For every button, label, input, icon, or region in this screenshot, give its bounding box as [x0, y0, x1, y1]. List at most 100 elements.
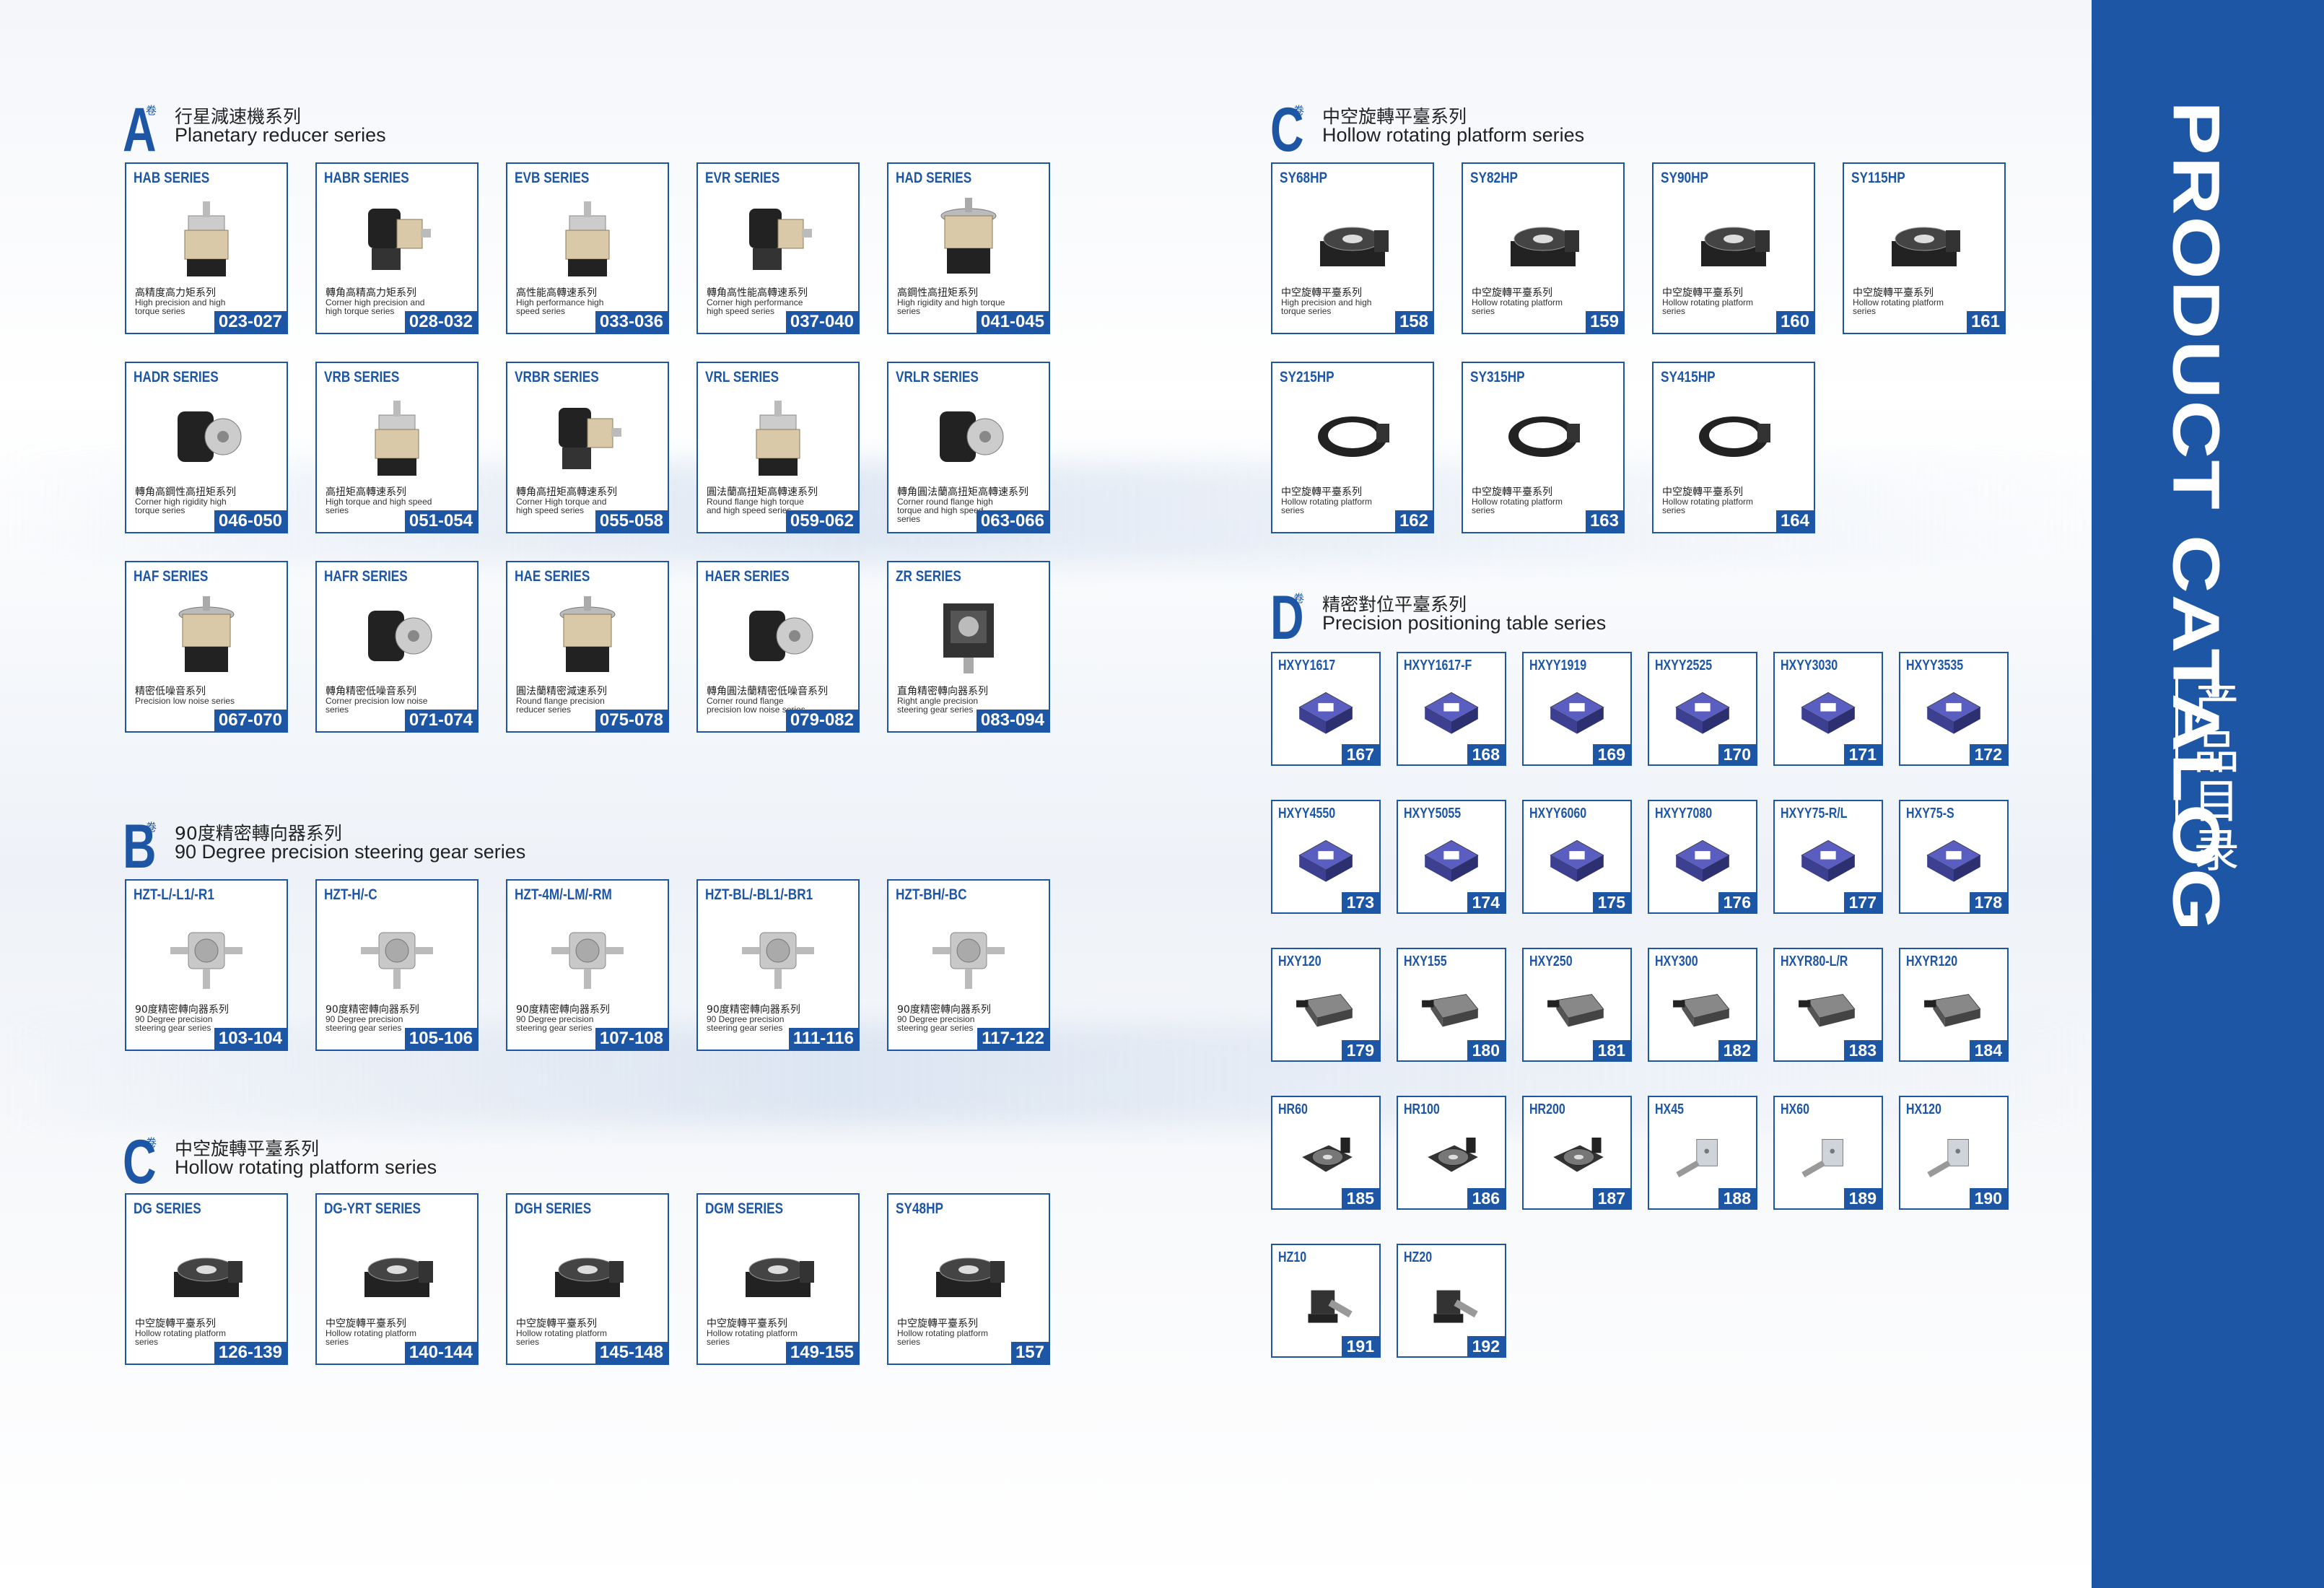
page-number-badge[interactable]: 185: [1341, 1188, 1379, 1208]
product-card[interactable]: HAB SERIES 高精度高力矩系列 High precision and hig…: [125, 162, 288, 334]
product-card[interactable]: DGH SERIES 中空旋轉平臺系列 Hollow rotating platfo…: [506, 1193, 669, 1365]
product-card[interactable]: HXY250 181: [1522, 948, 1632, 1062]
page-number-badge[interactable]: 190: [1969, 1188, 2007, 1208]
product-card[interactable]: HZT-L/-L1/-R1 90度精密轉向器系列 90 Degree precisi…: [125, 879, 288, 1051]
page-range-badge[interactable]: 028-032: [404, 311, 477, 333]
product-card[interactable]: HX120 190: [1899, 1096, 2009, 1210]
product-card[interactable]: SY68HP 中空旋轉平臺系列 High precision and high to…: [1271, 162, 1434, 334]
product-card[interactable]: HAE SERIES 圓法蘭精密減速系列 Round flange precisio…: [506, 561, 669, 733]
page-number-badge[interactable]: 171: [1843, 744, 1882, 764]
product-card[interactable]: HXY155 180: [1397, 948, 1506, 1062]
product-card[interactable]: HXYY2525 170: [1648, 652, 1757, 766]
product-card[interactable]: HZT-BL/-BL1/-BR1 90度精密轉向器系列 90 Degree prec…: [696, 879, 860, 1051]
page-range-badge[interactable]: 160: [1775, 311, 1814, 333]
page-range-badge[interactable]: 107-108: [595, 1028, 668, 1050]
product-card[interactable]: ZR SERIES 直角精密轉向器系列 Right angle precision …: [887, 561, 1050, 733]
product-card[interactable]: SY48HP 中空旋轉平臺系列 Hollow rotating platform s…: [887, 1193, 1050, 1365]
product-card[interactable]: DG SERIES 中空旋轉平臺系列 Hollow rotating platfor…: [125, 1193, 288, 1365]
product-card[interactable]: HZT-H/-C 90度精密轉向器系列 90 Degree precision st…: [315, 879, 479, 1051]
page-range-badge[interactable]: 079-082: [785, 710, 858, 731]
page-range-badge[interactable]: 164: [1775, 510, 1814, 532]
product-card[interactable]: HXYY1617-F 168: [1397, 652, 1506, 766]
page-range-badge[interactable]: 075-078: [595, 710, 668, 731]
page-range-badge[interactable]: 163: [1585, 510, 1623, 532]
product-card[interactable]: HZ20 192: [1397, 1244, 1506, 1358]
page-number-badge[interactable]: 173: [1341, 892, 1379, 912]
page-range-badge[interactable]: 051-054: [404, 510, 477, 532]
product-card[interactable]: HXY300 182: [1648, 948, 1757, 1062]
page-range-badge[interactable]: 162: [1394, 510, 1433, 532]
product-card[interactable]: SY115HP 中空旋轉平臺系列 Hollow rotating platform …: [1843, 162, 2006, 334]
page-number-badge[interactable]: 187: [1592, 1188, 1630, 1208]
product-card[interactable]: HXYY6060 175: [1522, 800, 1632, 914]
page-range-badge[interactable]: 105-106: [404, 1028, 477, 1050]
product-card[interactable]: SY90HP 中空旋轉平臺系列 Hollow rotating platform s…: [1652, 162, 1815, 334]
page-number-badge[interactable]: 184: [1969, 1040, 2007, 1060]
page-range-badge[interactable]: 157: [1010, 1342, 1049, 1364]
product-card[interactable]: HXYY7080 176: [1648, 800, 1757, 914]
page-range-badge[interactable]: 046-050: [214, 510, 287, 532]
page-range-badge[interactable]: 037-040: [785, 311, 858, 333]
page-number-badge[interactable]: 180: [1467, 1040, 1505, 1060]
product-card[interactable]: HXYY1919 169: [1522, 652, 1632, 766]
product-card[interactable]: HR100 186: [1397, 1096, 1506, 1210]
page-number-badge[interactable]: 175: [1592, 892, 1630, 912]
product-card[interactable]: SY315HP 中空旋轉平臺系列 Hollow rotating platform …: [1462, 362, 1625, 533]
product-card[interactable]: HZT-4M/-LM/-RM 90度精密轉向器系列 90 Degree precis…: [506, 879, 669, 1051]
page-range-badge[interactable]: 071-074: [404, 710, 477, 731]
product-card[interactable]: VRBR SERIES 轉角高扭矩高轉速系列 Corner High torque …: [506, 362, 669, 533]
page-range-badge[interactable]: 126-139: [214, 1342, 287, 1364]
product-card[interactable]: EVB SERIES 高性能高轉速系列 High performance high …: [506, 162, 669, 334]
page-range-badge[interactable]: 140-144: [404, 1342, 477, 1364]
product-card[interactable]: VRB SERIES 高扭矩高轉速系列 High torque and high s…: [315, 362, 479, 533]
page-number-badge[interactable]: 182: [1718, 1040, 1756, 1060]
page-number-badge[interactable]: 191: [1341, 1336, 1379, 1356]
product-card[interactable]: SY82HP 中空旋轉平臺系列 Hollow rotating platform s…: [1462, 162, 1625, 334]
page-number-badge[interactable]: 181: [1592, 1040, 1630, 1060]
page-range-badge[interactable]: 145-148: [595, 1342, 668, 1364]
product-card[interactable]: HADR SERIES 轉角高鋼性高扭矩系列 Corner high rigidit…: [125, 362, 288, 533]
page-number-badge[interactable]: 188: [1718, 1188, 1756, 1208]
page-range-badge[interactable]: 041-045: [976, 311, 1049, 333]
page-range-badge[interactable]: 158: [1394, 311, 1433, 333]
product-card[interactable]: HXYY5055 174: [1397, 800, 1506, 914]
page-number-badge[interactable]: 168: [1467, 744, 1505, 764]
page-number-badge[interactable]: 176: [1718, 892, 1756, 912]
product-card[interactable]: HAER SERIES 轉角圓法蘭精密低噪音系列 Corner round flan…: [696, 561, 860, 733]
page-range-badge[interactable]: 161: [1966, 311, 2004, 333]
page-range-badge[interactable]: 055-058: [595, 510, 668, 532]
page-number-badge[interactable]: 189: [1843, 1188, 1882, 1208]
page-range-badge[interactable]: 083-094: [976, 710, 1049, 731]
page-number-badge[interactable]: 177: [1843, 892, 1882, 912]
page-number-badge[interactable]: 183: [1843, 1040, 1882, 1060]
page-range-badge[interactable]: 111-116: [788, 1028, 858, 1050]
page-range-badge[interactable]: 067-070: [214, 710, 287, 731]
product-card[interactable]: HXYY1617 167: [1271, 652, 1381, 766]
page-range-badge[interactable]: 059-062: [785, 510, 858, 532]
product-card[interactable]: HR60 185: [1271, 1096, 1381, 1210]
product-card[interactable]: VRL SERIES 圓法蘭高扭矩高轉速系列 Round flange high t…: [696, 362, 860, 533]
page-number-badge[interactable]: 167: [1341, 744, 1379, 764]
product-card[interactable]: HAD SERIES 高鋼性高扭矩系列 High rigidity and high…: [887, 162, 1050, 334]
product-card[interactable]: HXYY4550 173: [1271, 800, 1381, 914]
product-card[interactable]: SY415HP 中空旋轉平臺系列 Hollow rotating platform …: [1652, 362, 1815, 533]
product-card[interactable]: HXYR80-L/R 183: [1773, 948, 1883, 1062]
product-card[interactable]: HZT-BH/-BC 90度精密轉向器系列 90 Degree precision …: [887, 879, 1050, 1051]
product-card[interactable]: HXYY75-R/L 177: [1773, 800, 1883, 914]
product-card[interactable]: HX45 188: [1648, 1096, 1757, 1210]
page-range-badge[interactable]: 063-066: [976, 510, 1049, 532]
product-card[interactable]: HAF SERIES 精密低噪音系列 Precision low noise ser…: [125, 561, 288, 733]
product-card[interactable]: SY215HP 中空旋轉平臺系列 Hollow rotating platform …: [1271, 362, 1434, 533]
product-card[interactable]: HXYY3030 171: [1773, 652, 1883, 766]
page-number-badge[interactable]: 178: [1969, 892, 2007, 912]
page-range-badge[interactable]: 103-104: [214, 1028, 287, 1050]
page-number-badge[interactable]: 186: [1467, 1188, 1505, 1208]
product-card[interactable]: VRLR SERIES 轉角圓法蘭高扭矩高轉速系列 Corner round fla…: [887, 362, 1050, 533]
page-number-badge[interactable]: 179: [1341, 1040, 1379, 1060]
page-range-badge[interactable]: 159: [1585, 311, 1623, 333]
page-number-badge[interactable]: 172: [1969, 744, 2007, 764]
page-range-badge[interactable]: 149-155: [785, 1342, 858, 1364]
page-number-badge[interactable]: 192: [1467, 1336, 1505, 1356]
page-number-badge[interactable]: 170: [1718, 744, 1756, 764]
product-card[interactable]: DGM SERIES 中空旋轉平臺系列 Hollow rotating platfo…: [696, 1193, 860, 1365]
